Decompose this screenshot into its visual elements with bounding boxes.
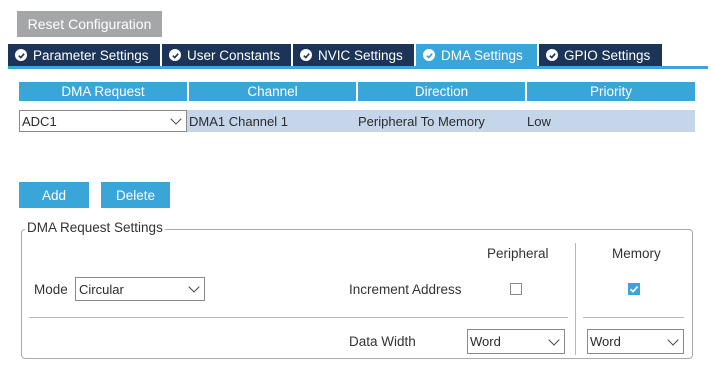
check-circle-icon	[15, 49, 27, 61]
tab-label: DMA Settings	[441, 47, 523, 63]
tab-gpio-settings[interactable]: GPIO Settings	[539, 44, 662, 66]
memory-data-width-select[interactable]: Word	[587, 329, 684, 354]
dma-request-select[interactable]: ADC1	[19, 110, 187, 132]
peripheral-data-width-select[interactable]: Word	[467, 329, 565, 354]
column-header-dma-request[interactable]: DMA Request	[19, 82, 187, 101]
table-header: DMA Request Channel Direction Priority	[19, 82, 695, 101]
add-button[interactable]: Add	[19, 182, 89, 208]
column-header-channel[interactable]: Channel	[189, 82, 356, 101]
settings-divider	[583, 317, 684, 318]
chevron-down-icon	[188, 281, 200, 293]
memory-increment-checkbox[interactable]	[628, 283, 640, 295]
data-width-label: Data Width	[349, 334, 416, 349]
check-circle-icon	[300, 49, 312, 61]
table-row[interactable]: ADC1 DMA1 Channel 1 Peripheral To Memory…	[19, 110, 695, 132]
tab-label: GPIO Settings	[564, 47, 651, 63]
tab-user-constants[interactable]: User Constants	[162, 44, 291, 66]
increment-address-label: Increment Address	[349, 282, 462, 297]
tab-nvic-settings[interactable]: NVIC Settings	[293, 44, 414, 66]
channel-cell: DMA1 Channel 1	[189, 113, 288, 129]
tab-label: NVIC Settings	[318, 47, 403, 63]
check-circle-icon	[169, 49, 181, 61]
memory-column-label: Memory	[612, 246, 661, 261]
mode-value: Circular	[79, 281, 124, 297]
column-header-direction[interactable]: Direction	[358, 82, 525, 101]
check-circle-icon	[423, 49, 435, 61]
tab-underline	[8, 66, 708, 69]
chevron-down-icon	[667, 333, 679, 346]
mode-select[interactable]: Circular	[75, 277, 205, 301]
checkmark-icon	[629, 286, 639, 293]
mode-label: Mode	[34, 282, 68, 297]
tab-label: Parameter Settings	[33, 47, 149, 63]
peripheral-column-label: Peripheral	[487, 246, 549, 261]
column-header-priority[interactable]: Priority	[527, 82, 695, 101]
peripheral-data-width-value: Word	[470, 334, 501, 349]
settings-divider	[29, 317, 568, 318]
dma-request-value: ADC1	[22, 113, 57, 129]
settings-legend: DMA Request Settings	[25, 220, 165, 235]
column-divider	[575, 243, 576, 355]
priority-cell: Low	[527, 113, 551, 129]
tab-parameter-settings[interactable]: Parameter Settings	[8, 44, 160, 66]
direction-cell: Peripheral To Memory	[358, 113, 485, 129]
tab-bar: Parameter Settings User Constants NVIC S…	[8, 44, 708, 67]
check-circle-icon	[546, 49, 558, 61]
peripheral-increment-checkbox[interactable]	[510, 283, 522, 295]
delete-button[interactable]: Delete	[101, 182, 170, 208]
tab-dma-settings[interactable]: DMA Settings	[416, 44, 537, 66]
tab-label: User Constants	[187, 47, 281, 63]
memory-data-width-value: Word	[590, 334, 621, 349]
chevron-down-icon	[170, 113, 182, 125]
chevron-down-icon	[548, 333, 560, 346]
reset-configuration-button[interactable]: Reset Configuration	[17, 11, 162, 37]
